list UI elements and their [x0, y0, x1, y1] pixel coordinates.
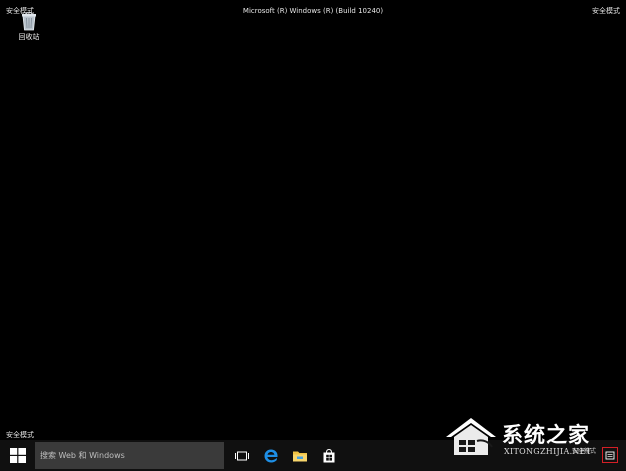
- house-logo-icon: [446, 418, 496, 455]
- store-button[interactable]: [321, 448, 337, 464]
- windows-start-icon: [10, 448, 26, 463]
- search-input[interactable]: [40, 448, 218, 462]
- watermark-title: 系统之家: [502, 422, 590, 447]
- recycle-bin-icon: [22, 12, 36, 31]
- edge-button[interactable]: [263, 448, 279, 464]
- edge-icon: [264, 449, 278, 463]
- recycle-bin-desktop-icon[interactable]: 回收站: [12, 12, 46, 44]
- search-box[interactable]: [35, 442, 224, 469]
- watermark: 系统之家 XITONGZHIJIA.NET: [442, 415, 622, 461]
- store-icon: [323, 448, 335, 463]
- desktop: 安全模式 Microsoft (R) Windows (R) (Build 10…: [0, 0, 626, 440]
- recycle-bin-label: 回收站: [18, 33, 40, 41]
- task-view-button[interactable]: [234, 448, 250, 464]
- task-view-icon: [235, 451, 249, 461]
- file-explorer-icon: [293, 451, 307, 462]
- safe-mode-label-bottom-left: 安全模式: [6, 431, 34, 439]
- watermark-url: XITONGZHIJIA.NET: [504, 447, 592, 456]
- file-explorer-button[interactable]: [292, 448, 308, 464]
- start-button[interactable]: [10, 448, 26, 463]
- windows-build-title: Microsoft (R) Windows (R) (Build 10240): [242, 7, 384, 15]
- safe-mode-label-top-right: 安全模式: [592, 7, 620, 15]
